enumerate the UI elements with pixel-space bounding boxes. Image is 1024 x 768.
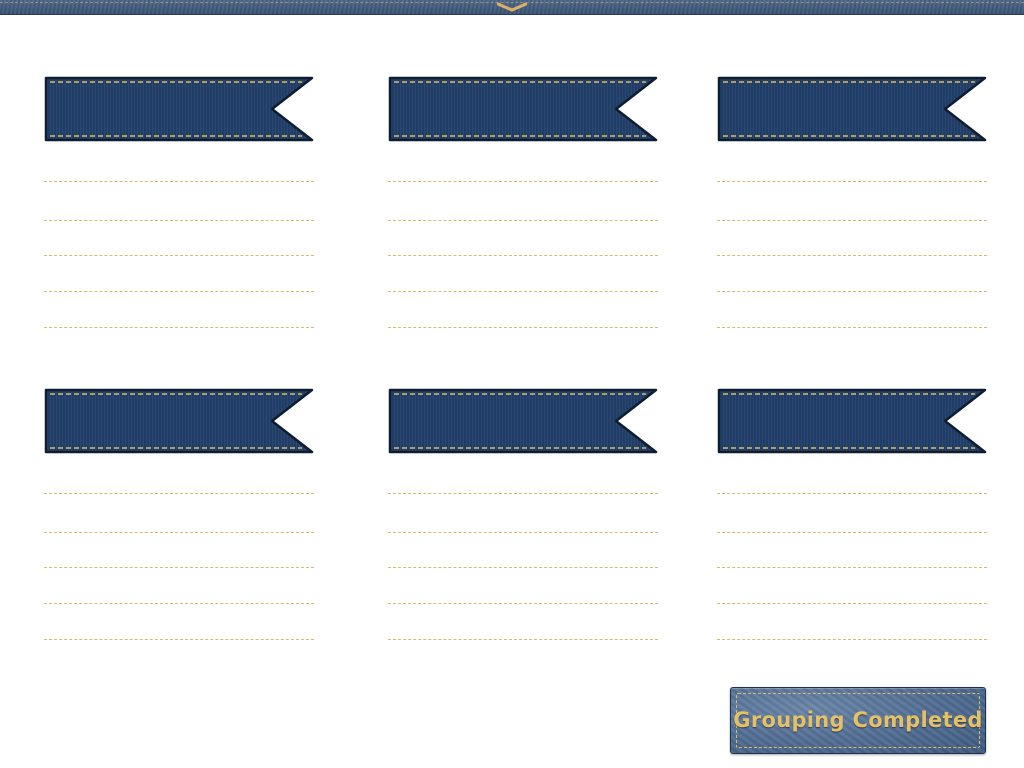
dashed-line: [44, 291, 314, 292]
dashed-line: [717, 327, 987, 328]
group-title: [56, 76, 266, 142]
group-slot-2[interactable]: [717, 505, 987, 535]
group-panel-4: [44, 388, 314, 653]
group-slot-1[interactable]: [44, 154, 314, 184]
group-panel-2: [388, 76, 658, 341]
dashed-line: [717, 567, 987, 568]
chevron-down-icon: [497, 2, 527, 12]
dashed-line: [388, 639, 658, 640]
group-slot-4[interactable]: [717, 576, 987, 606]
dashed-line: [717, 493, 987, 494]
group-panel-3: [717, 76, 987, 341]
dashed-line: [717, 220, 987, 221]
group-panel-6: [717, 388, 987, 653]
dashed-line: [44, 603, 314, 604]
dashed-line: [388, 255, 658, 256]
dashed-line: [44, 181, 314, 182]
dashed-line: [44, 220, 314, 221]
dashed-line: [388, 532, 658, 533]
group-slot-4[interactable]: [44, 576, 314, 606]
dashed-line: [388, 493, 658, 494]
grouping-completed-label: Grouping Completed: [733, 708, 983, 732]
group-slot-2[interactable]: [388, 193, 658, 223]
dashed-line: [717, 639, 987, 640]
group-slot-5[interactable]: [717, 300, 987, 330]
group-slot-2[interactable]: [717, 193, 987, 223]
group-title: [56, 388, 266, 454]
dashed-line: [717, 532, 987, 533]
group-slot-4[interactable]: [388, 264, 658, 294]
group-slot-4[interactable]: [717, 264, 987, 294]
group-title: [400, 388, 610, 454]
dashed-line: [717, 255, 987, 256]
group-slot-3[interactable]: [388, 540, 658, 570]
group-slot-3[interactable]: [44, 228, 314, 258]
group-slot-1[interactable]: [388, 466, 658, 496]
grouping-completed-button[interactable]: Grouping Completed: [730, 687, 986, 754]
group-slot-1[interactable]: [717, 466, 987, 496]
dashed-line: [388, 327, 658, 328]
group-slot-5[interactable]: [388, 300, 658, 330]
dashed-line: [44, 567, 314, 568]
dashed-line: [388, 567, 658, 568]
dashed-line: [388, 181, 658, 182]
dashed-line: [44, 532, 314, 533]
dashed-line: [44, 327, 314, 328]
dashed-line: [44, 493, 314, 494]
dashed-line: [717, 291, 987, 292]
group-slot-5[interactable]: [44, 300, 314, 330]
dashed-line: [717, 603, 987, 604]
expand-handle[interactable]: [497, 2, 527, 12]
dashed-line: [44, 639, 314, 640]
top-leather-bar: [0, 0, 1024, 15]
dashed-line: [44, 255, 314, 256]
group-title: [400, 76, 610, 142]
group-slot-3[interactable]: [717, 540, 987, 570]
group-slot-1[interactable]: [44, 466, 314, 496]
dashed-line: [388, 603, 658, 604]
dashed-line: [388, 220, 658, 221]
group-slot-5[interactable]: [44, 612, 314, 642]
group-slot-2[interactable]: [388, 505, 658, 535]
group-slot-5[interactable]: [717, 612, 987, 642]
group-slot-2[interactable]: [44, 505, 314, 535]
group-slot-1[interactable]: [388, 154, 658, 184]
dashed-line: [388, 291, 658, 292]
group-title: [729, 76, 939, 142]
group-slot-5[interactable]: [388, 612, 658, 642]
group-slot-2[interactable]: [44, 193, 314, 223]
group-slot-3[interactable]: [388, 228, 658, 258]
group-slot-4[interactable]: [388, 576, 658, 606]
group-panel-1: [44, 76, 314, 341]
group-slot-3[interactable]: [717, 228, 987, 258]
grouping-screen: Grouping Completed: [0, 0, 1024, 768]
dashed-line: [717, 181, 987, 182]
group-title: [729, 388, 939, 454]
group-slot-3[interactable]: [44, 540, 314, 570]
group-panel-5: [388, 388, 658, 653]
group-slot-4[interactable]: [44, 264, 314, 294]
group-slot-1[interactable]: [717, 154, 987, 184]
